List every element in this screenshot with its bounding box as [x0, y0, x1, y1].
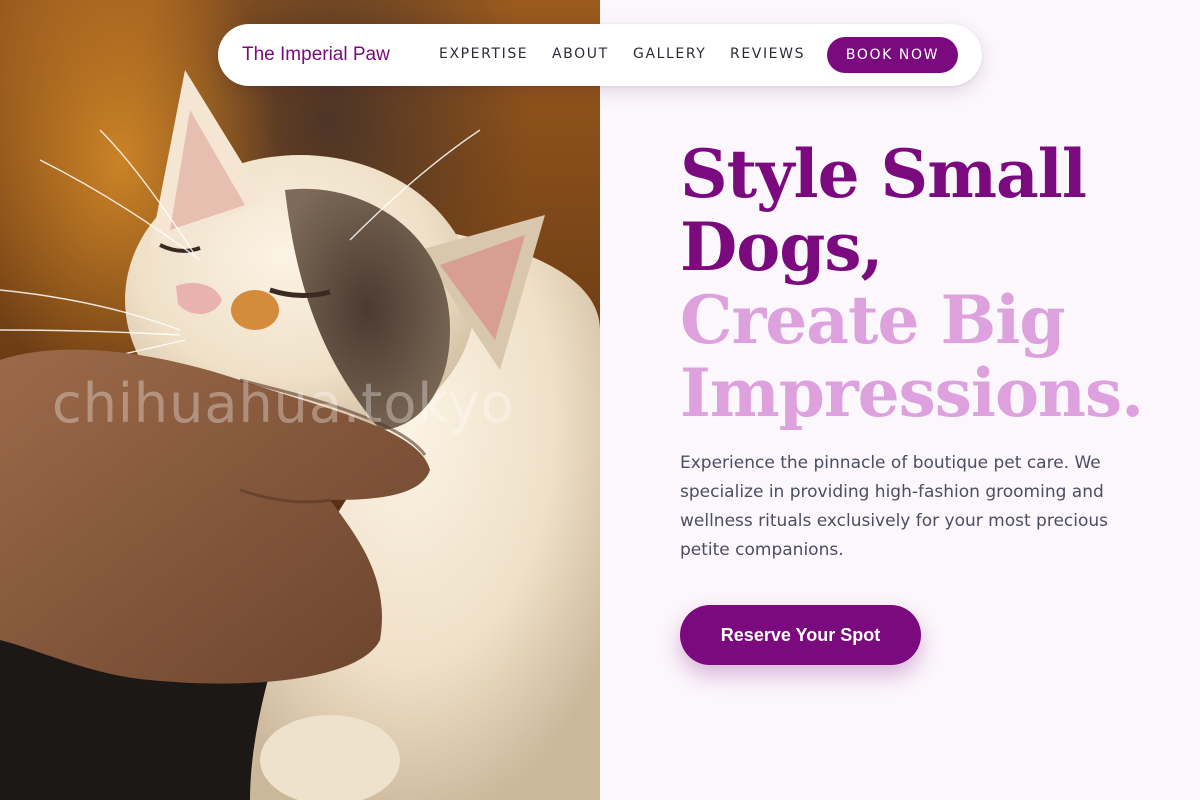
- reserve-spot-button[interactable]: Reserve Your Spot: [680, 605, 921, 665]
- nav-link-reviews[interactable]: REVIEWS: [730, 46, 805, 62]
- top-navigation: The Imperial Paw EXPERTISE ABOUT GALLERY…: [218, 24, 982, 86]
- nav-link-gallery[interactable]: GALLERY: [633, 46, 706, 62]
- headline-line-2: Dogs,: [680, 208, 884, 286]
- hero-headline: Style Small Dogs, Create Big Impressions…: [680, 138, 1180, 430]
- nav-link-expertise[interactable]: EXPERTISE: [439, 46, 528, 62]
- book-now-button[interactable]: BOOK NOW: [827, 37, 958, 73]
- brand-logo-text[interactable]: The Imperial Paw: [242, 44, 390, 66]
- headline-line-3: Create Big: [680, 281, 1066, 359]
- hero-photo: chihuahua.tokyo: [0, 0, 600, 800]
- headline-line-1: Style Small: [680, 135, 1087, 213]
- headline-line-4: Impressions.: [680, 354, 1144, 432]
- hero-description: Experience the pinnacle of boutique pet …: [680, 453, 1109, 560]
- nav-link-about[interactable]: ABOUT: [552, 46, 609, 62]
- photo-watermark: chihuahua.tokyo: [52, 372, 515, 435]
